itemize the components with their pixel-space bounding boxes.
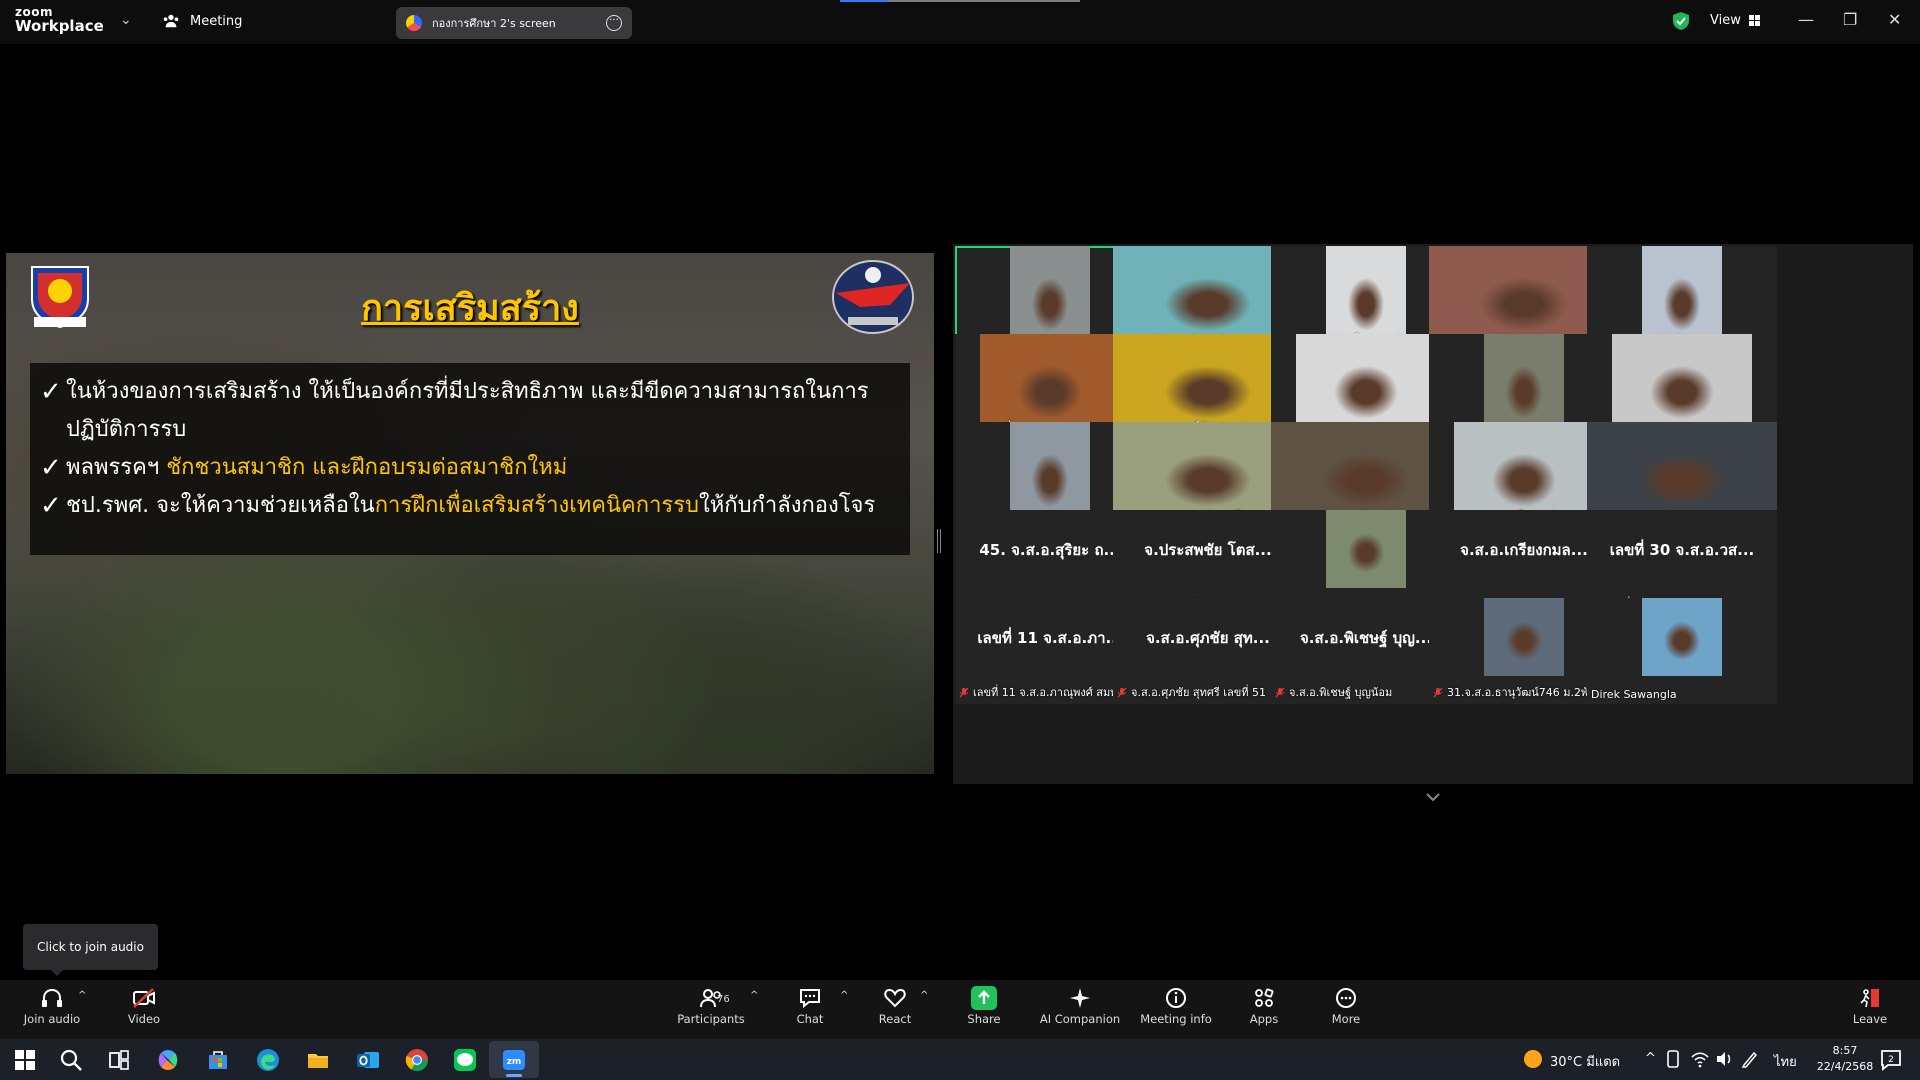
slide-title: การเสริมสร้าง bbox=[361, 288, 579, 329]
check-icon: ✓ bbox=[40, 377, 62, 407]
windows-start-icon[interactable] bbox=[12, 1047, 38, 1073]
screen-share-pill[interactable]: กองการศึกษา 2's screen ··· bbox=[396, 7, 632, 39]
store-icon[interactable] bbox=[205, 1047, 231, 1073]
chevron-down-icon[interactable]: ⌄ bbox=[120, 12, 132, 28]
participant-tile[interactable]: Direk Sawangla bbox=[1587, 598, 1777, 704]
muted-mic-icon bbox=[959, 687, 969, 697]
people-icon bbox=[163, 14, 179, 28]
meeting-info-button[interactable]: Meeting info bbox=[1136, 986, 1216, 1036]
participant-gallery: วันลภกองการศึกษา 2จ.ส.อ. ภูมิสิทธิ์ นริน… bbox=[953, 244, 1913, 784]
minimize-button[interactable]: — bbox=[1798, 10, 1814, 29]
pen-icon[interactable] bbox=[1740, 1049, 1760, 1069]
muted-mic-icon bbox=[1275, 687, 1285, 697]
chat-caret-icon[interactable]: ^ bbox=[840, 990, 848, 1001]
react-caret-icon[interactable]: ^ bbox=[920, 990, 928, 1001]
share-screen-icon bbox=[971, 986, 997, 1010]
leave-icon bbox=[1860, 989, 1879, 1008]
sparkle-icon bbox=[1070, 988, 1090, 1008]
more-button[interactable]: More bbox=[1306, 986, 1386, 1036]
sun-weather-icon[interactable] bbox=[1520, 1046, 1546, 1072]
participant-name-label: เลขที่ 11 จ.ส.อ.ภาณุพงศ์ สมพุ... bbox=[959, 683, 1128, 701]
slide-bullet: ✓ ชป.รพศ. จะให้ความช่วยเหลือในการฝึกเพื่… bbox=[40, 487, 900, 525]
notification-center-icon[interactable]: 2 bbox=[1878, 1047, 1904, 1073]
muted-mic-icon bbox=[1433, 687, 1443, 697]
check-icon: ✓ bbox=[40, 491, 62, 521]
system-clock[interactable]: 8:57 22/4/2568 bbox=[1800, 1043, 1890, 1075]
slide-bullet: ✓ ในห้วงของการเสริมสร้าง ให้เป็นองค์กรที… bbox=[40, 373, 900, 449]
participant-name-label: จ.ส.อ.พิเชษฐ์ บุญน้อม bbox=[1275, 683, 1392, 701]
more-options-icon[interactable]: ··· bbox=[606, 15, 622, 31]
svg-text:2: 2 bbox=[1888, 1055, 1894, 1065]
video-off-icon bbox=[133, 988, 155, 1008]
speaker-icon[interactable] bbox=[1714, 1049, 1734, 1069]
title-bar: zoom Workplace ⌄ Meeting กองการศึกษา 2's… bbox=[0, 0, 1920, 44]
participant-name-label: Direk Sawangla bbox=[1591, 688, 1677, 701]
info-icon bbox=[1166, 988, 1186, 1008]
shared-screen[interactable]: การเสริมสร้าง ✓ ในห้วงของการเสริมสร้าง ใ… bbox=[6, 253, 934, 774]
wifi-icon[interactable] bbox=[1690, 1049, 1710, 1069]
chrome-icon[interactable] bbox=[404, 1047, 430, 1073]
video-button[interactable]: Video bbox=[104, 986, 184, 1036]
scroll-down-chevron-icon[interactable] bbox=[1424, 790, 1442, 804]
apps-icon bbox=[1255, 988, 1274, 1007]
slide-bullets: ✓ ในห้วงของการเสริมสร้าง ให้เป็นองค์กรที… bbox=[30, 363, 910, 555]
more-dots-icon bbox=[1336, 988, 1356, 1008]
task-view-icon[interactable] bbox=[106, 1047, 132, 1073]
participants-caret-icon[interactable]: ^ bbox=[750, 990, 758, 1001]
rps-emblem-icon bbox=[832, 260, 914, 334]
svg-text:zm: zm bbox=[507, 1057, 522, 1067]
chat-icon bbox=[800, 989, 820, 1009]
encryption-shield-icon[interactable] bbox=[1672, 11, 1690, 31]
edge-browser-icon[interactable] bbox=[255, 1047, 281, 1073]
view-button[interactable]: View bbox=[1710, 13, 1760, 28]
heart-icon bbox=[884, 988, 906, 1008]
apps-button[interactable]: Apps bbox=[1224, 986, 1304, 1036]
muted-mic-icon bbox=[1117, 687, 1127, 697]
audio-options-caret-icon[interactable]: ^ bbox=[78, 990, 86, 1001]
zoom-app-icon[interactable]: zm bbox=[501, 1047, 527, 1073]
join-audio-tooltip: Click to join audio bbox=[23, 924, 158, 976]
ai-companion-button[interactable]: AI Companion bbox=[1030, 986, 1130, 1036]
zoom-logo[interactable]: zoom Workplace bbox=[15, 6, 104, 34]
meeting-label: Meeting bbox=[190, 13, 243, 29]
file-explorer-icon[interactable] bbox=[305, 1047, 331, 1073]
line-app-icon[interactable] bbox=[452, 1047, 478, 1073]
maximize-button[interactable]: ❐ bbox=[1843, 10, 1857, 29]
participant-name-label: 31.จ.ส.อ.ธานุวัฒน์746 ม.2พัน.7 bbox=[1433, 683, 1606, 701]
top-progress-line bbox=[840, 0, 1080, 2]
participants-button[interactable]: Participants bbox=[661, 986, 761, 1036]
chat-button[interactable]: Chat bbox=[770, 986, 850, 1036]
search-icon[interactable] bbox=[58, 1047, 84, 1073]
sharer-avatar-icon bbox=[406, 15, 422, 31]
participant-avatar bbox=[1484, 598, 1564, 676]
outlook-icon[interactable] bbox=[355, 1047, 381, 1073]
close-button[interactable]: ✕ bbox=[1888, 10, 1901, 29]
copilot-icon[interactable] bbox=[155, 1047, 181, 1073]
meeting-toolbar: Join audio ^ Video Participants 76 ^ Cha… bbox=[0, 980, 1920, 1039]
slide-bullet: ✓ พลพรรคฯ ชักชวนสมาชิก และฝึกอบรมต่อสมาช… bbox=[40, 449, 900, 487]
headphones-icon bbox=[42, 988, 62, 1007]
show-hidden-icons-chevron-icon[interactable]: ^ bbox=[1645, 1051, 1656, 1066]
screen-share-label: กองการศึกษา 2's screen bbox=[432, 17, 556, 30]
windows-taskbar: zm 30°C มีแดด ^ ไทย 8:57 22/4/2568 2 bbox=[0, 1039, 1920, 1080]
leave-button[interactable]: Leave bbox=[1830, 986, 1910, 1036]
weather-text[interactable]: 30°C มีแดด bbox=[1550, 1051, 1620, 1072]
device-icon[interactable] bbox=[1664, 1049, 1682, 1069]
participants-count: 76 bbox=[717, 994, 730, 1005]
check-icon: ✓ bbox=[40, 453, 62, 483]
participant-avatar bbox=[1642, 598, 1722, 676]
participant-avatar bbox=[1326, 510, 1406, 588]
meeting-tab[interactable]: Meeting bbox=[162, 12, 242, 30]
input-language[interactable]: ไทย bbox=[1774, 1051, 1797, 1072]
grid-view-icon bbox=[1748, 15, 1760, 26]
participant-name-placeholder: เลขที่ 30 จ.ส.อ.วส... bbox=[1609, 541, 1755, 559]
share-button[interactable]: Share bbox=[944, 986, 1024, 1036]
split-resize-handle[interactable] bbox=[937, 529, 941, 553]
participant-name-label: จ.ส.อ.ศุภชัย สุทศรี เลขที่ 51 bbox=[1117, 683, 1266, 701]
